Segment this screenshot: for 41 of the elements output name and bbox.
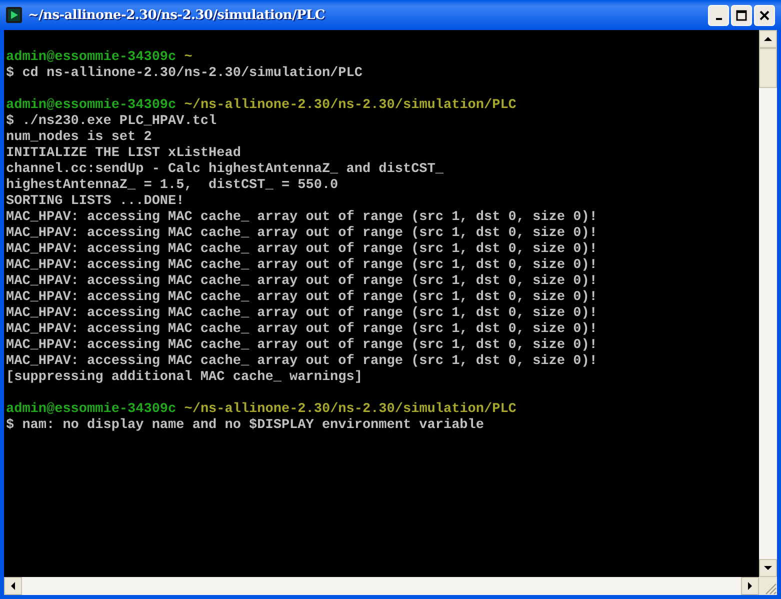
prompt-path: ~/ns-allinone-2.30/ns-2.30/simulation/PLC — [184, 402, 516, 417]
output-line: MAC_HPAV: accessing MAC cache_ array out of range (src 1, dst 0, size 0)! — [6, 290, 598, 306]
output-line: MAC_HPAV: accessing MAC cache_ array out of range (src 1, dst 0, size 0)! — [6, 274, 598, 290]
minimize-button[interactable] — [708, 4, 729, 26]
window-title: ~/ns-allinone-2.30/ns-2.30/simulation/PLC — [28, 8, 326, 22]
prompt-path: ~ — [184, 50, 192, 65]
output-line: highestAntennaZ_ = 1.5, distCST_ = 550.0 — [6, 178, 340, 194]
scroll-down-icon[interactable] — [759, 559, 777, 577]
resize-grip-icon[interactable] — [765, 583, 777, 595]
output-line: [suppressing additional MAC cache_ warnings] — [6, 370, 364, 386]
output-line: SORTING LISTS ...DONE! — [6, 194, 186, 210]
output-line: INITIALIZE THE LIST xListHead — [6, 146, 242, 162]
horizontal-scrollbar[interactable] — [4, 577, 759, 595]
output-line: MAC_HPAV: accessing MAC cache_ array out of range (src 1, dst 0, size 0)! — [6, 210, 598, 226]
output-line: MAC_HPAV: accessing MAC cache_ array out of range (src 1, dst 0, size 0)! — [6, 338, 598, 354]
scroll-left-icon[interactable] — [4, 577, 22, 595]
close-button[interactable] — [754, 4, 775, 26]
terminal-icon — [6, 7, 22, 23]
scroll-right-icon[interactable] — [741, 577, 759, 595]
minimize-icon — [716, 18, 722, 20]
output-line: $ ./ns230.exe PLC_HPAV.tcl — [6, 114, 218, 130]
prompt-user: admin@essommie-34309c — [6, 402, 176, 417]
prompt-path: ~/ns-allinone-2.30/ns-2.30/simulation/PLC — [184, 98, 516, 113]
output-line: MAC_HPAV: accessing MAC cache_ array out of range (src 1, dst 0, size 0)! — [6, 354, 598, 370]
output-line: $ cd ns-allinone-2.30/ns-2.30/simulation/PLC — [6, 66, 364, 82]
output-line: MAC_HPAV: accessing MAC cache_ array out of range (src 1, dst 0, size 0)! — [6, 226, 598, 242]
output-line: MAC_HPAV: accessing MAC cache_ array out of range (src 1, dst 0, size 0)! — [6, 258, 598, 274]
prompt-user: admin@essommie-34309c — [6, 98, 176, 113]
scroll-thumb[interactable] — [759, 48, 777, 88]
maximize-button[interactable] — [731, 4, 752, 26]
close-icon — [759, 10, 770, 20]
maximize-icon — [736, 10, 747, 20]
output-line: MAC_HPAV: accessing MAC cache_ array out of range (src 1, dst 0, size 0)! — [6, 322, 598, 338]
output-line: channel.cc:sendUp - Calc highestAntennaZ_ and distCST_ — [6, 162, 444, 178]
output-line: $ nam: no display name and no $DISPLAY environment variable — [6, 418, 485, 434]
prompt-user: admin@essommie-34309c — [6, 50, 176, 65]
vertical-scrollbar[interactable] — [759, 30, 777, 577]
output-line: MAC_HPAV: accessing MAC cache_ array out of range (src 1, dst 0, size 0)! — [6, 306, 598, 322]
scroll-up-icon[interactable] — [759, 30, 777, 48]
output-line: MAC_HPAV: accessing MAC cache_ array out of range (src 1, dst 0, size 0)! — [6, 242, 598, 258]
output-line: num_nodes is set 2 — [6, 130, 153, 146]
